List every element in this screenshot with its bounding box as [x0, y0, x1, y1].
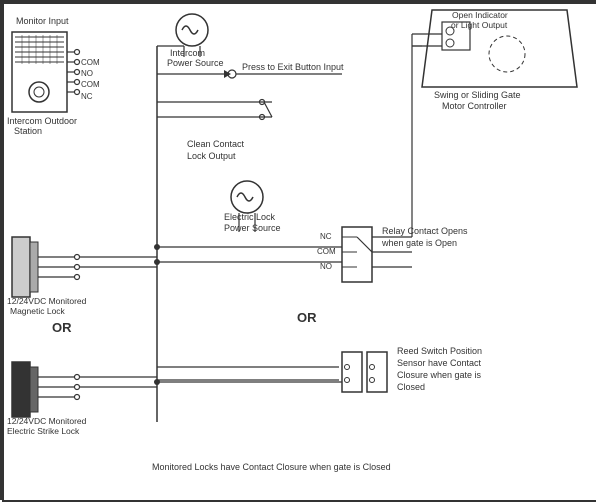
svg-text:Swing or Sliding Gate: Swing or Sliding Gate: [434, 90, 521, 100]
svg-text:Motor Controller: Motor Controller: [442, 101, 507, 111]
svg-text:Monitored Locks have Contact C: Monitored Locks have Contact Closure whe…: [152, 462, 391, 472]
svg-text:Intercom Outdoor: Intercom Outdoor: [7, 116, 77, 126]
svg-text:when gate is Open: when gate is Open: [381, 238, 457, 248]
svg-text:Station: Station: [14, 126, 42, 136]
svg-text:NO: NO: [320, 262, 332, 271]
svg-text:or Light Output: or Light Output: [451, 20, 508, 30]
svg-text:12/24VDC Monitored: 12/24VDC Monitored: [7, 296, 87, 306]
svg-text:COM: COM: [81, 58, 100, 67]
svg-text:Electric Lock: Electric Lock: [224, 212, 276, 222]
svg-text:NC: NC: [81, 92, 93, 101]
svg-text:Power Source: Power Source: [224, 223, 281, 233]
svg-text:Electric Strike Lock: Electric Strike Lock: [7, 426, 80, 436]
svg-text:Clean Contact: Clean Contact: [187, 139, 245, 149]
svg-text:Sensor have Contact: Sensor have Contact: [397, 358, 482, 368]
svg-text:COM: COM: [317, 247, 336, 256]
svg-text:Closed: Closed: [397, 382, 425, 392]
svg-text:Reed Switch Position: Reed Switch Position: [397, 346, 482, 356]
svg-text:Closure when gate is: Closure when gate is: [397, 370, 482, 380]
svg-text:Relay Contact Opens: Relay Contact Opens: [382, 226, 468, 236]
svg-text:COM: COM: [81, 80, 100, 89]
svg-text:NC: NC: [320, 232, 332, 241]
svg-text:Press to Exit Button Input: Press to Exit Button Input: [242, 62, 344, 72]
monitor-input-label: Monitor Input: [16, 16, 69, 26]
svg-text:Lock Output: Lock Output: [187, 151, 236, 161]
svg-text:NO: NO: [81, 69, 93, 78]
svg-text:OR: OR: [297, 310, 317, 325]
svg-text:OR: OR: [52, 320, 72, 335]
svg-text:12/24VDC Monitored: 12/24VDC Monitored: [7, 416, 87, 426]
svg-text:Power Source: Power Source: [167, 58, 224, 68]
svg-text:Open Indicator: Open Indicator: [452, 10, 508, 20]
wiring-diagram: Monitor Input COM NO COM NC Intercom Pow…: [0, 0, 596, 500]
svg-text:Magnetic Lock: Magnetic Lock: [10, 306, 66, 316]
